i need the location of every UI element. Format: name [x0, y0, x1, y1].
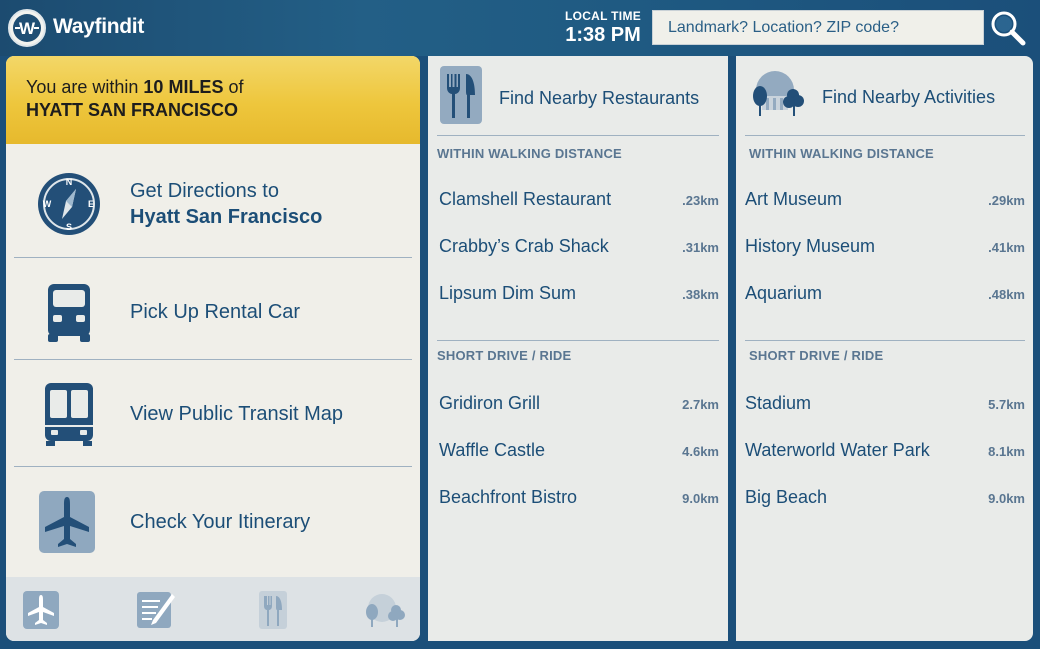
divider: [437, 135, 719, 136]
list-item[interactable]: Aquarium .48km: [736, 283, 1033, 313]
magnifier-icon[interactable]: [989, 9, 1027, 47]
restaurants-panel: Find Nearby Restaurants WITHIN WALKING D…: [428, 56, 728, 641]
find-activities-title: Find Nearby Activities: [822, 87, 996, 107]
activities-panel: Find Nearby Activities WITHIN WALKING DI…: [736, 56, 1033, 641]
museum-trees-icon: [748, 68, 808, 123]
search-input[interactable]: [652, 10, 984, 45]
activity-distance: 8.1km: [988, 444, 1025, 459]
restaurants-walking-title: WITHIN WALKING DISTANCE: [437, 146, 622, 161]
left-panel: You are within 10 MILES of HYATT SAN FRA…: [6, 56, 420, 641]
restaurant-name: Gridiron Grill: [439, 393, 541, 413]
restaurant-distance: .31km: [682, 240, 719, 255]
activity-name: Big Beach: [745, 487, 828, 507]
train-icon: [36, 381, 102, 447]
activity-distance: 5.7km: [988, 397, 1025, 412]
directions-line1: Get Directions to: [130, 180, 279, 202]
banner-suffix: of: [223, 77, 244, 97]
compass-icon: N S W E: [36, 171, 102, 237]
airplane-icon: [36, 489, 102, 555]
divider: [14, 359, 412, 360]
list-item[interactable]: Clamshell Restaurant .23km: [428, 189, 728, 219]
transit-map-label: View Public Transit Map: [130, 403, 344, 425]
list-item[interactable]: Lipsum Dim Sum .38km: [428, 283, 728, 313]
museum-trees-icon[interactable]: [362, 590, 405, 630]
activity-name: Waterworld Water Park: [745, 440, 930, 460]
restaurant-name: Crabby’s Crab Shack: [439, 236, 609, 256]
local-time-label: LOCAL TIME: [564, 9, 642, 23]
activity-distance: .41km: [988, 240, 1025, 255]
list-item[interactable]: Beachfront Bistro 9.0km: [428, 487, 728, 517]
list-item[interactable]: Art Museum .29km: [736, 189, 1033, 219]
bottom-tab-bar: [6, 577, 420, 641]
svg-text:W: W: [43, 199, 52, 209]
banner-prefix: You are within: [26, 77, 144, 97]
banner-place: HYATT SAN FRANCISCO: [26, 99, 400, 122]
list-item[interactable]: Stadium 5.7km: [736, 393, 1033, 423]
restaurant-distance: .38km: [682, 287, 719, 302]
activity-name: Art Museum: [745, 189, 843, 209]
list-item[interactable]: History Museum .41km: [736, 236, 1033, 266]
activity-name: History Museum: [745, 236, 876, 256]
banner-place-name: HYATT SAN FRANCISCO: [26, 100, 239, 120]
car-icon: [36, 279, 102, 345]
restaurant-distance: 4.6km: [682, 444, 719, 459]
restaurant-name: Waffle Castle: [439, 440, 546, 460]
fork-knife-icon[interactable]: [258, 590, 296, 630]
top-bar: W Wayfindit LOCAL TIME 1:38 PM: [0, 0, 1040, 56]
restaurant-distance: .23km: [682, 193, 719, 208]
activity-distance: 9.0km: [988, 491, 1025, 506]
banner-line1: You are within 10 MILES of: [26, 76, 400, 99]
app-name[interactable]: Wayfindit: [53, 15, 144, 39]
activity-distance: .48km: [988, 287, 1025, 302]
list-item[interactable]: Crabby’s Crab Shack .31km: [428, 236, 728, 266]
notepad-icon[interactable]: [136, 590, 175, 630]
activity-distance: .29km: [988, 193, 1025, 208]
restaurant-name: Lipsum Dim Sum: [439, 283, 577, 303]
restaurant-name: Clamshell Restaurant: [439, 189, 612, 209]
directions-line2: Hyatt San Francisco: [130, 206, 323, 228]
divider: [14, 466, 412, 467]
local-time: LOCAL TIME 1:38 PM: [562, 9, 644, 47]
divider: [437, 340, 719, 341]
restaurant-name: Beachfront Bistro: [439, 487, 578, 507]
list-item[interactable]: Big Beach 9.0km: [736, 487, 1033, 517]
list-item[interactable]: Waffle Castle 4.6km: [428, 440, 728, 470]
divider: [14, 257, 412, 258]
find-restaurants-title: Find Nearby Restaurants: [499, 88, 700, 108]
activities-drive-title: SHORT DRIVE / RIDE: [749, 348, 884, 363]
divider: [745, 340, 1025, 341]
restaurants-drive-title: SHORT DRIVE / RIDE: [437, 348, 572, 363]
airplane-icon[interactable]: [22, 590, 60, 630]
svg-text:W: W: [19, 19, 36, 38]
svg-text:E: E: [88, 199, 94, 209]
restaurant-distance: 9.0km: [682, 491, 719, 506]
activity-name: Aquarium: [745, 283, 823, 303]
activity-name: Stadium: [745, 393, 812, 413]
find-restaurants-header[interactable]: Find Nearby Restaurants: [428, 56, 728, 136]
proximity-banner: You are within 10 MILES of HYATT SAN FRA…: [6, 56, 420, 144]
wayfindit-logo-icon[interactable]: W: [8, 9, 46, 47]
local-time-value: 1:38 PM: [565, 24, 641, 46]
check-itinerary-button[interactable]: Check Your Itinerary: [14, 489, 412, 555]
find-activities-header[interactable]: Find Nearby Activities: [736, 56, 1033, 136]
pick-up-rental-car-button[interactable]: Pick Up Rental Car: [14, 279, 412, 345]
list-item[interactable]: Waterworld Water Park 8.1km: [736, 440, 1033, 470]
list-item[interactable]: Gridiron Grill 2.7km: [428, 393, 728, 423]
restaurant-distance: 2.7km: [682, 397, 719, 412]
get-directions-label: Get Directions to Hyatt San Francisco: [130, 178, 322, 230]
activities-walking-title: WITHIN WALKING DISTANCE: [749, 146, 934, 161]
itinerary-label: Check Your Itinerary: [130, 511, 311, 533]
svg-text:N: N: [66, 177, 73, 187]
banner-distance: 10 MILES: [143, 77, 224, 97]
view-transit-map-button[interactable]: View Public Transit Map: [14, 381, 412, 447]
divider: [745, 135, 1025, 136]
fork-knife-icon: [440, 66, 482, 129]
rental-car-label: Pick Up Rental Car: [130, 301, 301, 323]
svg-text:S: S: [66, 222, 72, 232]
get-directions-button[interactable]: N S W E Get Directions to Hyatt San Fran…: [14, 171, 412, 237]
